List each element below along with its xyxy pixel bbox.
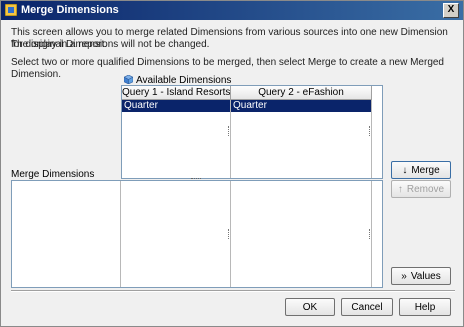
- intro-text-line-3: Select two or more qualified Dimensions …: [11, 57, 444, 80]
- dimension-item-query-2-quarter[interactable]: Quarter: [231, 100, 371, 112]
- title-bar[interactable]: Merge Dimensions X: [1, 1, 463, 20]
- dimension-item-query-1-quarter[interactable]: Quarter: [122, 100, 230, 112]
- dimension-cube-icon: [124, 75, 133, 84]
- ok-button[interactable]: OK: [285, 298, 335, 316]
- column-resize-handle[interactable]: [369, 126, 372, 136]
- help-button[interactable]: Help: [399, 298, 451, 316]
- remove-button-label: Remove: [406, 184, 445, 195]
- remove-button[interactable]: ↑ Remove: [391, 180, 451, 198]
- column-resize-handle[interactable]: [228, 126, 231, 136]
- cancel-button[interactable]: Cancel: [341, 298, 393, 316]
- column-divider: [371, 100, 372, 178]
- intro-text-line-2: The original Dimensions will not be chan…: [11, 39, 210, 50]
- merge-button-label: Merge: [411, 165, 440, 176]
- values-button-label: Values: [410, 271, 441, 282]
- column-divider: [120, 181, 121, 287]
- close-button[interactable]: X: [443, 3, 459, 18]
- column-header-query-2[interactable]: Query 2 - eFashion: [231, 86, 372, 100]
- arrow-up-icon: ↑: [397, 184, 403, 195]
- available-dimensions-grid[interactable]: Query 1 - Island Resorts M... Query 2 - …: [121, 85, 383, 179]
- double-chevron-down-icon: »: [401, 271, 407, 282]
- merge-dimensions-grid[interactable]: [11, 180, 383, 288]
- values-button[interactable]: » Values: [391, 267, 451, 285]
- column-header-query-1[interactable]: Query 1 - Island Resorts M...: [122, 86, 231, 100]
- window-title: Merge Dimensions: [21, 4, 119, 16]
- footer-separator: [11, 290, 455, 292]
- app-icon: [5, 4, 17, 16]
- merge-button[interactable]: ↓ Merge: [391, 161, 451, 179]
- merge-dimensions-dialog: Merge Dimensions X This screen allows yo…: [0, 0, 464, 327]
- merge-dimensions-label: Merge Dimensions: [11, 169, 95, 180]
- arrow-down-icon: ↓: [402, 165, 408, 176]
- column-resize-handle[interactable]: [369, 229, 372, 239]
- column-resize-handle[interactable]: [228, 229, 231, 239]
